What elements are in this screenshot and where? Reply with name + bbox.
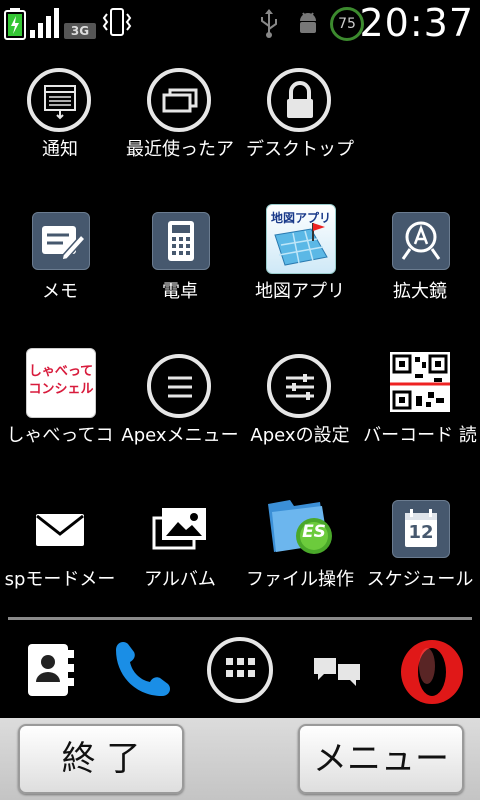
app-magnifier[interactable]: 拡大鏡 xyxy=(360,188,480,328)
shabette-text-2: コンシェル xyxy=(28,382,94,397)
recent-apps-icon xyxy=(147,68,211,132)
magnifier-icon xyxy=(392,212,450,270)
app-label: Apexの設定 xyxy=(250,425,350,446)
calculator-icon xyxy=(152,212,210,270)
opera-icon[interactable] xyxy=(396,634,468,706)
menu-icon xyxy=(147,354,211,418)
file-manager-icon-text: ES xyxy=(302,522,326,542)
phone-icon[interactable] xyxy=(106,634,178,706)
app-label: 拡大鏡 xyxy=(393,281,447,302)
app-shabette-concier[interactable]: しゃべって コンシェル しゃべってコ xyxy=(0,332,120,472)
app-album[interactable]: アルバム xyxy=(120,476,240,616)
app-memo[interactable]: メモ xyxy=(0,188,120,328)
app-map[interactable]: 地図アプリ 地図アプリ xyxy=(240,188,360,328)
app-label: 電卓 xyxy=(162,281,198,302)
app-schedule[interactable]: 12 スケジュール xyxy=(360,476,480,616)
settings-sliders-icon xyxy=(267,354,331,418)
map-app-icon: 地図アプリ xyxy=(266,204,336,274)
contacts-icon[interactable] xyxy=(16,634,88,706)
app-sp-mode-mail[interactable]: spモードメー xyxy=(0,476,120,616)
app-drawer-icon[interactable] xyxy=(204,634,276,706)
app-barcode-reader[interactable]: バーコード 読 xyxy=(360,332,480,472)
calendar-icon: 12 xyxy=(392,500,450,558)
album-icon xyxy=(148,498,212,562)
app-label: 地図アプリ xyxy=(255,281,345,302)
app-apex-settings[interactable]: Apexの設定 xyxy=(240,332,360,472)
menu-button[interactable]: メニュー xyxy=(298,724,464,794)
notification-icon xyxy=(27,68,91,132)
dock-divider xyxy=(8,617,472,620)
dock xyxy=(0,622,480,718)
app-label: 通知 xyxy=(42,139,78,160)
app-label: ファイル操作 xyxy=(246,569,354,590)
soft-key-bar: 終 了 メニュー xyxy=(0,718,480,800)
app-recent[interactable]: 最近使ったア xyxy=(120,46,240,186)
exit-button[interactable]: 終 了 xyxy=(18,724,184,794)
app-desktop-lock[interactable]: デスクトップ xyxy=(240,46,360,186)
status-bar: 3G 75 20:37 xyxy=(0,0,480,46)
app-grid: 通知 最近使ったア デスクトップ メモ 電卓 地図アプリ 地図アプリ 拡大鏡 し… xyxy=(0,46,480,616)
file-manager-icon: ES xyxy=(264,490,336,562)
lock-icon xyxy=(267,68,331,132)
shabette-text-1: しゃべって xyxy=(28,364,94,379)
android-debug-icon xyxy=(300,12,316,33)
battery-icon xyxy=(4,8,26,40)
signal-icon xyxy=(30,8,59,38)
memo-icon xyxy=(32,212,90,270)
app-file-manager[interactable]: ES ファイル操作 xyxy=(240,476,360,616)
app-label: 最近使ったア xyxy=(126,139,234,160)
calendar-icon-date: 12 xyxy=(408,522,434,543)
app-label: アルバム xyxy=(144,569,216,590)
app-notification[interactable]: 通知 xyxy=(0,46,120,186)
clock: 20:37 xyxy=(359,1,474,45)
app-label: スケジュール xyxy=(366,569,474,590)
vibrate-icon xyxy=(102,8,132,36)
app-label: spモードメー xyxy=(4,569,116,590)
app-calculator[interactable]: 電卓 xyxy=(120,188,240,328)
app-label: Apexメニュー xyxy=(121,425,239,446)
messaging-icon[interactable] xyxy=(300,634,372,706)
mail-icon xyxy=(28,498,92,562)
app-label: デスクトップ xyxy=(246,139,354,160)
usb-icon xyxy=(261,9,277,38)
app-label: しゃべってコ xyxy=(6,425,114,446)
app-label: メモ xyxy=(42,281,78,302)
app-apex-menu[interactable]: Apexメニュー xyxy=(120,332,240,472)
qr-code-icon xyxy=(390,352,450,412)
shabette-concier-icon: しゃべって コンシェル xyxy=(26,348,96,418)
network-type-badge: 3G xyxy=(64,23,96,39)
app-label: バーコード 読 xyxy=(363,425,477,446)
